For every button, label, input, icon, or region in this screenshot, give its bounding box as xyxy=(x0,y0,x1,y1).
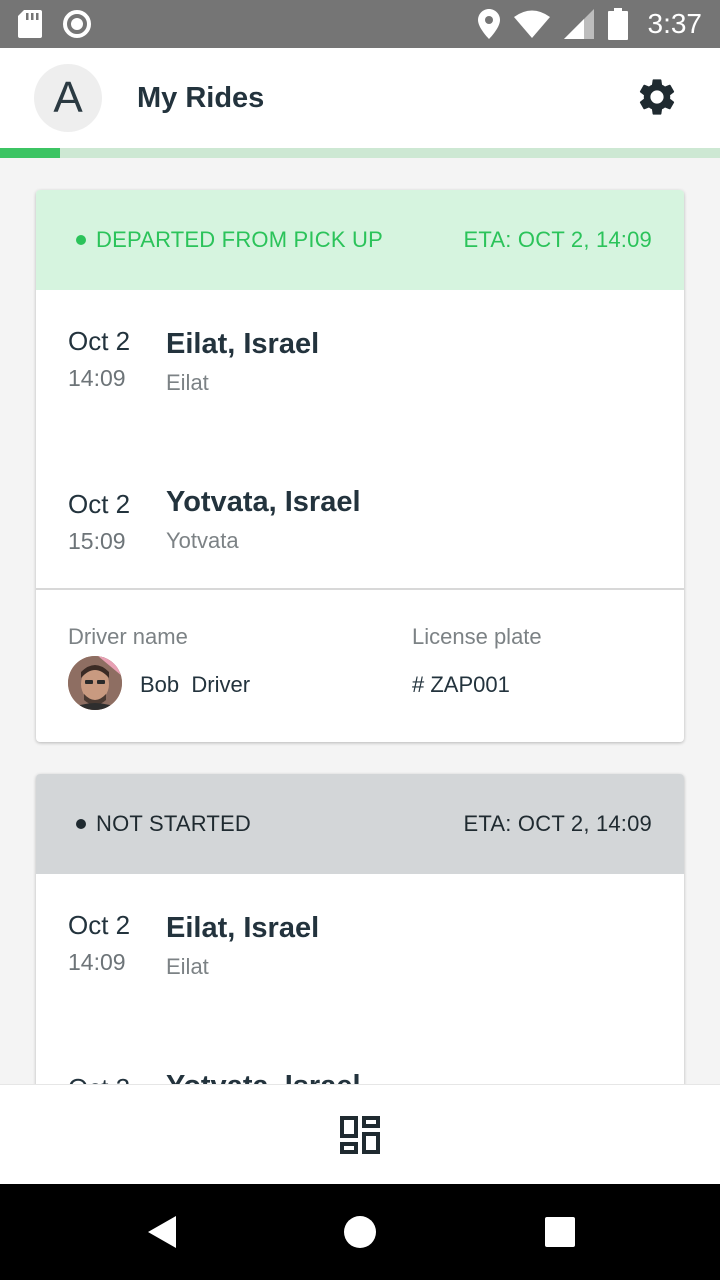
gear-icon xyxy=(639,79,675,115)
ride-status: NOT STARTED xyxy=(96,811,251,836)
driver-name: Bob Driver xyxy=(140,672,251,697)
location-icon xyxy=(477,9,500,39)
stop-city: Eilat, Israel xyxy=(166,328,320,360)
page-title: My Rides xyxy=(137,82,265,114)
wifi-icon xyxy=(513,10,550,38)
stop-date: Oct 2 xyxy=(68,1073,130,1084)
stop-time: 15:09 xyxy=(68,528,126,554)
signal-icon xyxy=(563,9,594,39)
dropoff-stop: Oct 2 15:09 Yotvata, Israel Yotvata xyxy=(36,448,684,588)
status-left-icons xyxy=(18,9,92,39)
battery-icon xyxy=(607,8,628,40)
stop-place: Eilat xyxy=(166,370,209,395)
status-right-icons: 3:37 xyxy=(477,8,703,40)
driver-avatar xyxy=(68,656,122,710)
ride-eta: ETA: OCT 2, 14:09 xyxy=(463,811,652,836)
sd-card-icon xyxy=(18,10,42,38)
ride-status-header: DEPARTED FROM PICK UP ETA: OCT 2, 14:09 xyxy=(36,190,684,290)
recents-icon[interactable] xyxy=(540,1212,580,1252)
pickup-stop: Oct 2 14:09 Eilat, Israel Eilat xyxy=(36,874,684,1032)
back-icon[interactable] xyxy=(142,1212,182,1252)
rides-list[interactable]: DEPARTED FROM PICK UP ETA: OCT 2, 14:09 … xyxy=(0,158,720,1084)
progress-bar xyxy=(0,148,720,158)
ride-eta: ETA: OCT 2, 14:09 xyxy=(463,227,652,252)
stop-date: Oct 2 xyxy=(68,326,131,356)
license-plate-label: License plate xyxy=(412,624,542,649)
ride-card[interactable]: NOT STARTED ETA: OCT 2, 14:09 Oct 2 14:0… xyxy=(36,774,684,1084)
driver-name-label: Driver name xyxy=(68,624,188,649)
stop-place: Eilat xyxy=(166,954,209,979)
stop-place: Yotvata xyxy=(166,528,239,553)
stop-city: Eilat, Israel xyxy=(166,912,320,944)
bottom-bar xyxy=(0,1084,720,1184)
status-dot xyxy=(76,235,86,245)
pickup-stop: Oct 2 14:09 Eilat, Israel Eilat xyxy=(36,290,684,448)
avatar[interactable]: A xyxy=(34,64,102,132)
driver-photo-image xyxy=(68,656,122,710)
dashboard-icon[interactable] xyxy=(340,1115,380,1154)
record-icon xyxy=(63,10,91,38)
stop-time: 14:09 xyxy=(68,949,126,975)
ride-card[interactable]: DEPARTED FROM PICK UP ETA: OCT 2, 14:09 … xyxy=(36,190,684,742)
ride-status-header: NOT STARTED ETA: OCT 2, 14:09 xyxy=(36,774,684,874)
status-dot xyxy=(76,819,86,829)
app-bar: A My Rides xyxy=(0,48,720,148)
stop-date: Oct 2 xyxy=(68,489,131,519)
ride-status: DEPARTED FROM PICK UP xyxy=(96,227,383,252)
stop-time: 14:09 xyxy=(68,365,126,391)
dropoff-stop: Oct 2 Yotvata, Israel xyxy=(36,1032,684,1084)
progress-fill xyxy=(0,148,60,158)
stop-city: Yotvata, Israel xyxy=(166,486,361,518)
status-bar: 3:37 xyxy=(0,0,720,48)
license-plate: # ZAP001 xyxy=(412,672,510,697)
driver-section: Driver name License plate Bob Driver # Z… xyxy=(36,590,684,742)
home-icon[interactable] xyxy=(340,1212,380,1252)
status-time: 3:37 xyxy=(647,8,703,39)
settings-button[interactable] xyxy=(632,72,682,122)
stop-city: Yotvata, Israel xyxy=(166,1070,361,1084)
navigation-bar xyxy=(0,1184,720,1280)
stop-date: Oct 2 xyxy=(68,910,131,940)
